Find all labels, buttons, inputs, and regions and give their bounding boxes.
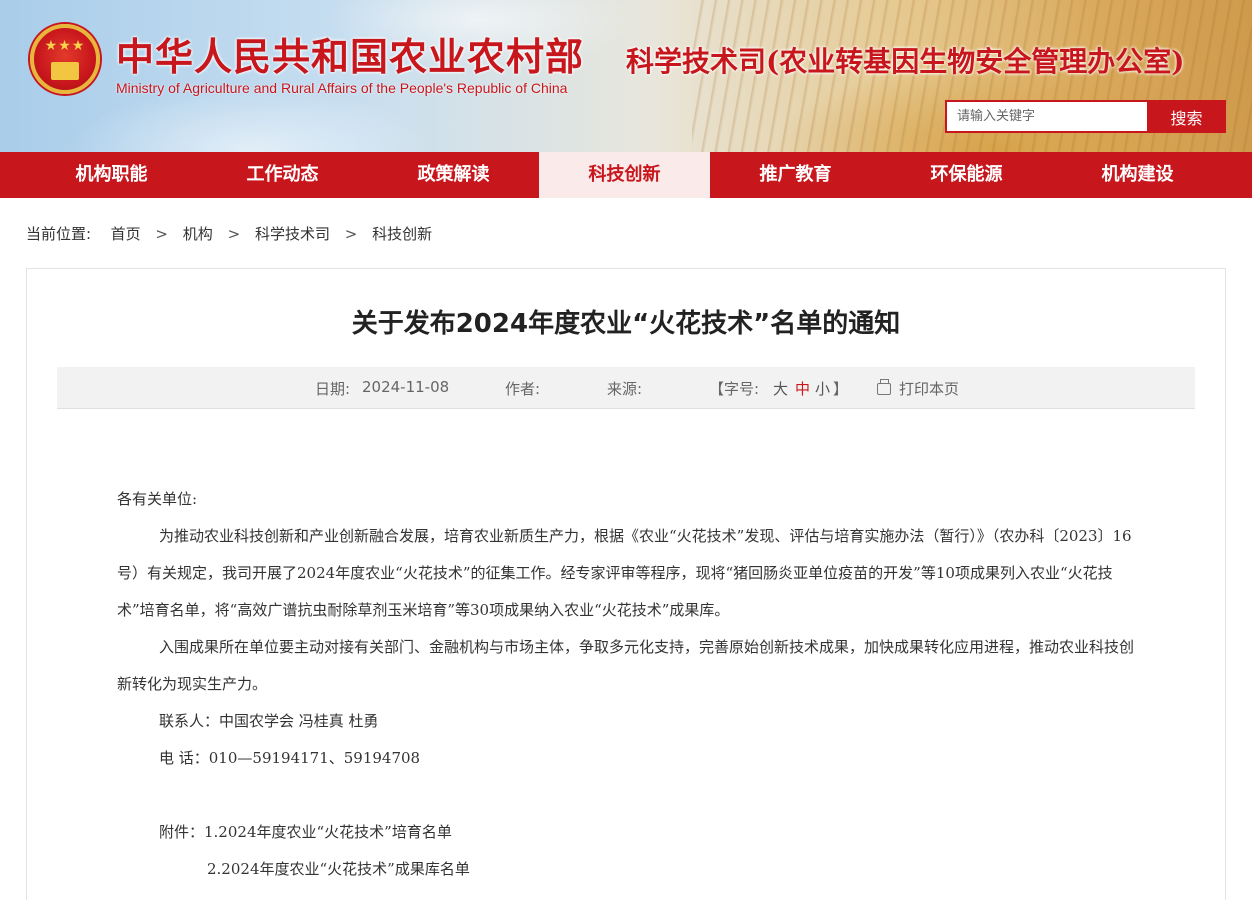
font-size-close: 】 [833,380,849,398]
attachment-1[interactable]: 附件：1.2024年度农业“火花技术”培育名单 [117,814,1137,851]
main-nav: 机构职能 工作动态 政策解读 科技创新 推广教育 环保能源 机构建设 [0,152,1252,198]
print-button[interactable]: 打印本页 [877,378,959,399]
nav-item-tech-innovation[interactable]: 科技创新 [539,152,710,198]
breadcrumb-tech-innovation[interactable]: 科技创新 [372,225,432,243]
breadcrumb: 当前位置: 首页 > 机构 > 科学技术司 > 科技创新 [26,223,432,244]
author-label: 作者: [505,380,541,398]
print-label: 打印本页 [899,380,960,398]
font-size-small[interactable]: 小 [815,378,830,399]
phone-line: 电 话：010—59194171、59194708 [159,749,421,767]
nav-item-work-updates[interactable]: 工作动态 [197,152,368,198]
article-meta-bar: 日期: 2024-11-08 作者: 来源: 【字号: 大 中 小 】 打印本页 [57,367,1195,409]
font-size-medium[interactable]: 中 [795,378,810,399]
nav-item-institution-building[interactable]: 机构建设 [1052,152,1223,198]
department-title: 科学技术司(农业转基因生物安全管理办公室) [626,45,1185,78]
breadcrumb-home[interactable]: 首页 [111,225,141,243]
site-header: ★★★ 中华人民共和国农业农村部 Ministry of Agriculture… [0,0,1252,152]
nav-item-environment-energy[interactable]: 环保能源 [881,152,1052,198]
salutation: 各有关单位: [117,490,198,508]
font-size-large[interactable]: 大 [773,378,788,399]
paragraph-1: 为推动农业科技创新和产业创新融合发展，培育农业新质生产力，根据《农业“火花技术”… [117,527,1132,619]
site-subtitle: Ministry of Agriculture and Rural Affair… [116,80,568,96]
nav-item-policy-interpretation[interactable]: 政策解读 [368,152,539,198]
breadcrumb-prefix: 当前位置: [26,225,92,243]
breadcrumb-institution[interactable]: 机构 [183,225,213,243]
date-label: 日期: [315,380,351,398]
search-box: 搜索 [945,100,1226,133]
font-size-label: 【字号: [709,380,760,398]
article-container: 关于发布2024年度农业“火花技术”名单的通知 日期: 2024-11-08 作… [26,268,1226,900]
paragraph-2: 入围成果所在单位要主动对接有关部门、金融机构与市场主体，争取多元化支持，完善原始… [117,638,1135,693]
search-input[interactable] [945,100,1147,133]
source-label: 来源: [607,380,643,398]
national-emblem-icon: ★★★ [30,24,100,94]
article-title: 关于发布2024年度农业“火花技术”名单的通知 [351,309,901,339]
breadcrumb-science-department[interactable]: 科学技术司 [255,225,330,243]
breadcrumb-separator: > [227,225,241,243]
attachment-2[interactable]: 2.2024年度农业“火花技术”成果库名单 [117,851,1137,888]
breadcrumb-separator: > [155,225,168,243]
print-icon [877,379,891,395]
contact-line: 联系人：中国农学会 冯桂真 杜勇 [159,712,379,730]
nav-item-extension-education[interactable]: 推广教育 [710,152,881,198]
publish-date: 2024-11-08 [362,378,450,396]
article-body: 各有关单位: 为推动农业科技创新和产业创新融合发展，培育农业新质生产力，根据《农… [117,481,1137,888]
search-button[interactable]: 搜索 [1147,100,1226,133]
nav-item-institution-functions[interactable]: 机构职能 [26,152,197,198]
site-title[interactable]: 中华人民共和国农业农村部 [116,26,584,81]
breadcrumb-separator: > [344,225,358,243]
